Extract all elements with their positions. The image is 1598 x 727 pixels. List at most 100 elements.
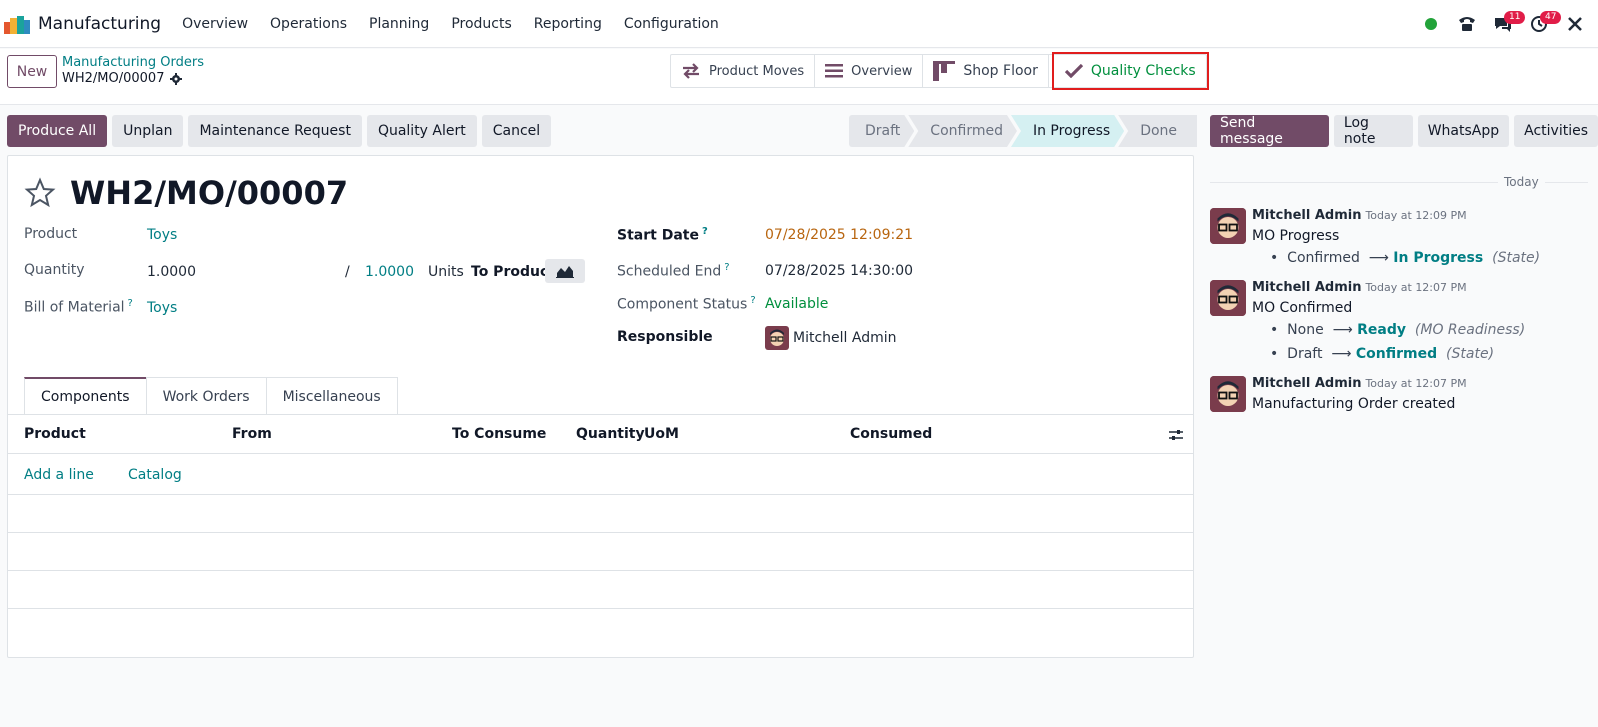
col-to-consume[interactable]: To Consume <box>452 426 546 442</box>
menu-overview[interactable]: Overview <box>171 16 259 32</box>
table-row <box>8 494 1193 495</box>
tracking-field: (State) <box>1446 346 1495 362</box>
phone-icon[interactable] <box>1454 11 1480 37</box>
tab-miscellaneous[interactable]: Miscellaneous <box>265 377 398 415</box>
quality-alert-button[interactable]: Quality Alert <box>366 115 477 147</box>
message-body: MO Progress <box>1252 228 1340 244</box>
stage-done[interactable]: Done <box>1118 115 1198 147</box>
product-field[interactable]: Toys <box>147 227 177 243</box>
col-consumed[interactable]: Consumed <box>850 426 932 442</box>
send-message-button[interactable]: Send message <box>1210 115 1329 147</box>
activity-badge: 47 <box>1540 11 1562 24</box>
stage-confirmed[interactable]: Confirmed <box>908 115 1017 147</box>
new-button[interactable]: New <box>7 55 57 88</box>
debug-tools-icon[interactable] <box>1562 11 1588 37</box>
menu-products[interactable]: Products <box>440 16 522 32</box>
smart-buttons: Product Moves Overview Shop Floor Qualit… <box>670 52 1209 90</box>
status-bar: Draft Confirmed In Progress Done <box>849 115 1198 147</box>
bom-help-icon[interactable]: ? <box>128 298 133 309</box>
col-quantity[interactable]: Quantity <box>576 426 645 442</box>
whatsapp-button[interactable]: WhatsApp <box>1417 115 1510 147</box>
tracking-value: • Confirmed ⟶ In Progress (State) <box>1270 250 1541 266</box>
product-moves-button[interactable]: Product Moves <box>671 55 816 87</box>
breadcrumb-parent[interactable]: Manufacturing Orders <box>62 55 204 70</box>
produce-all-button[interactable]: Produce All <box>7 115 108 147</box>
scheduled-end-help-icon[interactable]: ? <box>724 262 729 273</box>
message-author: Mitchell Admin Today at 12:07 PM <box>1252 280 1467 295</box>
col-product[interactable]: Product <box>24 426 86 442</box>
tracking-new-value: In Progress <box>1393 250 1484 266</box>
tracking-old-value: None <box>1287 322 1324 338</box>
menu-operations[interactable]: Operations <box>259 16 358 32</box>
avatar[interactable] <box>1210 208 1246 244</box>
tracking-field: (MO Readiness) <box>1414 322 1526 338</box>
area-chart-icon <box>556 266 574 278</box>
quality-checks-label: Quality Checks <box>1090 63 1196 79</box>
add-line-link[interactable]: Add a line <box>24 467 94 483</box>
units-label: Units <box>428 264 464 280</box>
unplan-button[interactable]: Unplan <box>112 115 184 147</box>
breadcrumb-current-label: WH2/MO/00007 <box>62 71 165 86</box>
message-body: Manufacturing Order created <box>1252 396 1456 412</box>
shop-floor-button[interactable]: Shop Floor <box>923 55 1049 87</box>
check-icon <box>1064 64 1083 78</box>
tab-components[interactable]: Components <box>24 377 147 415</box>
activities-button[interactable]: Activities <box>1514 115 1598 147</box>
chatter-buttons: Send message Log note WhatsApp Activitie… <box>1210 115 1598 147</box>
maintenance-request-button[interactable]: Maintenance Request <box>188 115 362 147</box>
component-status-help-icon[interactable]: ? <box>750 295 755 306</box>
quality-checks-button[interactable]: Quality Checks <box>1051 52 1209 90</box>
top-navbar: Manufacturing Overview Operations Planni… <box>0 0 1598 48</box>
scheduled-end-field[interactable]: 07/28/2025 14:30:00 <box>765 263 913 279</box>
overview-button[interactable]: Overview <box>815 55 924 87</box>
message-author-name: Mitchell Admin <box>1252 208 1362 223</box>
systray: 11 47 <box>1408 0 1588 48</box>
chat-icon[interactable]: 11 <box>1490 11 1526 37</box>
list-icon <box>825 64 844 78</box>
menu-reporting[interactable]: Reporting <box>523 16 613 32</box>
message-time: Today at 12:07 PM <box>1365 281 1467 294</box>
stage-in-progress[interactable]: In Progress <box>1011 115 1124 147</box>
cancel-button[interactable]: Cancel <box>481 115 552 147</box>
quantity-separator: / <box>345 264 350 280</box>
tracking-field: (State) <box>1492 250 1541 266</box>
star-icon[interactable] <box>24 177 56 209</box>
catalog-link[interactable]: Catalog <box>128 467 182 483</box>
avatar[interactable] <box>1210 280 1246 316</box>
forecast-button[interactable] <box>545 259 585 283</box>
bom-field[interactable]: Toys <box>147 300 177 316</box>
col-from[interactable]: From <box>232 426 272 442</box>
exchange-icon <box>683 63 699 79</box>
start-date-field[interactable]: 07/28/2025 12:09:21 <box>765 227 913 243</box>
message-time: Today at 12:09 PM <box>1365 209 1467 222</box>
activity-clock-icon[interactable]: 47 <box>1526 11 1562 37</box>
responsible-field[interactable]: Mitchell Admin <box>765 326 897 350</box>
message-body: MO Confirmed <box>1252 300 1353 316</box>
responsible-name: Mitchell Admin <box>793 330 897 346</box>
tab-work-orders[interactable]: Work Orders <box>145 377 267 415</box>
tracking-new-value: Ready <box>1357 322 1406 338</box>
app-name[interactable]: Manufacturing <box>38 14 161 34</box>
record-title: WH2/MO/00007 <box>70 174 349 212</box>
date-separator-label: Today <box>1498 175 1545 189</box>
quantity-produced[interactable]: 1.0000 <box>365 264 414 280</box>
menu-planning[interactable]: Planning <box>358 16 440 32</box>
quantity-label: Quantity <box>24 262 85 278</box>
start-date-help-icon[interactable]: ? <box>702 226 708 237</box>
stage-draft[interactable]: Draft <box>849 115 914 147</box>
overview-label: Overview <box>851 63 913 79</box>
table-row <box>8 532 1193 533</box>
manufacturing-app-icon[interactable] <box>4 14 30 34</box>
chatter-message: Mitchell Admin Today at 12:09 PM MO Progr… <box>1210 208 1590 268</box>
menu-configuration[interactable]: Configuration <box>613 16 730 32</box>
table-row <box>8 570 1193 571</box>
quantity-field[interactable]: 1.0000 <box>147 264 196 280</box>
optional-columns-icon[interactable] <box>1168 427 1184 443</box>
log-note-button[interactable]: Log note <box>1333 115 1413 147</box>
gear-icon[interactable] <box>170 72 183 85</box>
start-date-label: Start Date? <box>617 226 708 244</box>
tracking-new-value: Confirmed <box>1355 346 1438 362</box>
col-uom[interactable]: UoM <box>644 426 679 442</box>
avatar[interactable] <box>1210 376 1246 412</box>
message-time: Today at 12:07 PM <box>1365 377 1467 390</box>
